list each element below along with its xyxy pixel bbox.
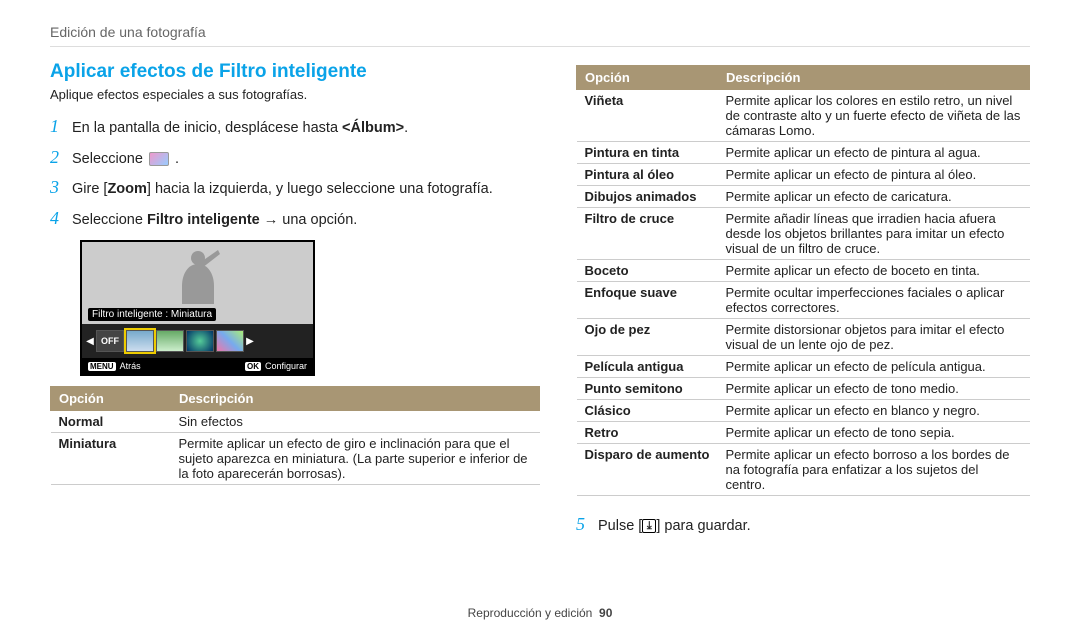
option-name: Normal [51, 411, 171, 433]
option-name: Retro [577, 422, 718, 444]
step-number: 5 [576, 512, 598, 536]
option-desc: Sin efectos [171, 411, 540, 433]
filter-thumb [216, 330, 244, 352]
down-key-icon: ⤓ [642, 519, 656, 533]
option-name: Enfoque suave [577, 282, 718, 319]
options-table-left: Opción Descripción NormalSin efectosMini… [50, 386, 540, 485]
option-name: Disparo de aumento [577, 444, 718, 496]
filter-thumb-off: OFF [96, 330, 124, 352]
filter-strip: ◀ OFF ▶ [82, 324, 313, 358]
ok-button-label: OK [245, 362, 261, 371]
step-number: 1 [50, 114, 72, 138]
step-4-text: Seleccione Filtro inteligente → una opci… [72, 211, 357, 231]
option-desc: Permite aplicar un efecto de película an… [717, 356, 1029, 378]
options-table-right: Opción Descripción ViñetaPermite aplicar… [576, 65, 1030, 496]
table-row: BocetoPermite aplicar un efecto de bocet… [577, 260, 1030, 282]
step-1-text: En la pantalla de inicio, desplácese has… [72, 119, 408, 139]
th-description: Descripción [171, 387, 540, 411]
table-row: Pintura al óleoPermite aplicar un efecto… [577, 164, 1030, 186]
preview-footbar: MENUAtrás OKConfigurar [82, 358, 313, 374]
option-desc: Permite ocultar imperfecciones faciales … [717, 282, 1029, 319]
table-row: ClásicoPermite aplicar un efecto en blan… [577, 400, 1030, 422]
section-heading: Aplicar efectos de Filtro inteligente [50, 61, 540, 83]
option-desc: Permite aplicar un efecto de caricatura. [717, 186, 1029, 208]
steps-list-continued: 5 Pulse [⤓] para guardar. [576, 512, 1030, 537]
table-row: MiniaturaPermite aplicar un efecto de gi… [51, 433, 540, 485]
breadcrumb: Edición de una fotografía [50, 24, 1030, 47]
table-row: Pintura en tintaPermite aplicar un efect… [577, 142, 1030, 164]
table-row: Filtro de crucePermite añadir líneas que… [577, 208, 1030, 260]
section-intro: Aplique efectos especiales a sus fotogra… [50, 87, 540, 102]
menu-button-label: MENU [88, 362, 116, 371]
option-desc: Permite aplicar los colores en estilo re… [717, 90, 1029, 142]
option-desc: Permite aplicar un efecto de pintura al … [717, 164, 1029, 186]
th-description: Descripción [717, 66, 1029, 90]
table-row: Ojo de pezPermite distorsionar objetos p… [577, 319, 1030, 356]
step-number: 4 [50, 206, 72, 230]
option-name: Filtro de cruce [577, 208, 718, 260]
filter-thumb [156, 330, 184, 352]
step-5-text: Pulse [⤓] para guardar. [598, 517, 751, 537]
step-3-text: Gire [Zoom] hacia la izquierda, y luego … [72, 180, 493, 200]
th-option: Opción [51, 387, 171, 411]
option-desc: Permite aplicar un efecto de pintura al … [717, 142, 1029, 164]
table-row: Dibujos animadosPermite aplicar un efect… [577, 186, 1030, 208]
option-name: Clásico [577, 400, 718, 422]
option-desc: Permite aplicar un efecto borroso a los … [717, 444, 1029, 496]
option-name: Dibujos animados [577, 186, 718, 208]
page-footer: Reproducción y edición 90 [0, 606, 1080, 620]
option-desc: Permite aplicar un efecto de boceto en t… [717, 260, 1029, 282]
option-desc: Permite aplicar un efecto de giro e incl… [171, 433, 540, 485]
table-row: NormalSin efectos [51, 411, 540, 433]
table-row: ViñetaPermite aplicar los colores en est… [577, 90, 1030, 142]
step-number: 3 [50, 175, 72, 199]
th-option: Opción [577, 66, 718, 90]
chevron-right-icon: ▶ [246, 336, 254, 347]
option-desc: Permite aplicar un efecto de tono sepia. [717, 422, 1029, 444]
option-name: Punto semitono [577, 378, 718, 400]
filter-thumb [186, 330, 214, 352]
option-desc: Permite distorsionar objetos para imitar… [717, 319, 1029, 356]
table-row: Enfoque suavePermite ocultar imperfeccio… [577, 282, 1030, 319]
step-2-text: Seleccione . [72, 150, 179, 170]
option-desc: Permite aplicar un efecto de tono medio. [717, 378, 1029, 400]
filter-thumb-selected [126, 330, 154, 352]
step-number: 2 [50, 145, 72, 169]
table-row: Punto semitonoPermite aplicar un efecto … [577, 378, 1030, 400]
option-name: Boceto [577, 260, 718, 282]
table-row: RetroPermite aplicar un efecto de tono s… [577, 422, 1030, 444]
option-name: Miniatura [51, 433, 171, 485]
steps-list: 1 En la pantalla de inicio, desplácese h… [50, 114, 540, 230]
table-row: Película antiguaPermite aplicar un efect… [577, 356, 1030, 378]
camera-ui-preview: Filtro inteligente : Miniatura ◀ OFF ▶ M… [80, 240, 315, 376]
option-desc: Permite añadir líneas que irradien hacia… [717, 208, 1029, 260]
option-name: Pintura en tinta [577, 142, 718, 164]
filter-banner: Filtro inteligente : Miniatura [88, 308, 216, 321]
option-name: Pintura al óleo [577, 164, 718, 186]
option-name: Película antigua [577, 356, 718, 378]
table-row: Disparo de aumentoPermite aplicar un efe… [577, 444, 1030, 496]
chevron-left-icon: ◀ [86, 336, 94, 347]
album-icon [149, 152, 169, 166]
option-desc: Permite aplicar un efecto en blanco y ne… [717, 400, 1029, 422]
option-name: Viñeta [577, 90, 718, 142]
option-name: Ojo de pez [577, 319, 718, 356]
